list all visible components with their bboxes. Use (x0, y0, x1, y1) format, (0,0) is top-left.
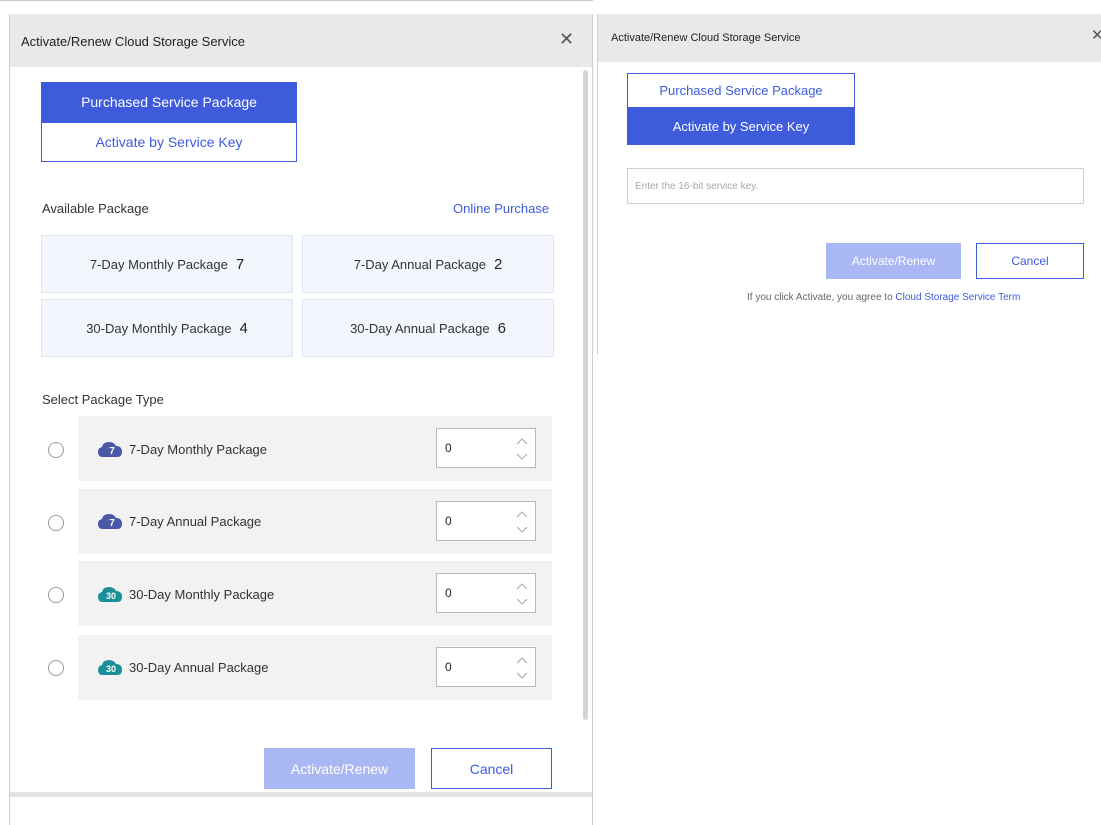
tab-service-key[interactable]: Activate by Service Key (41, 122, 297, 162)
agreement-prefix: If you click Activate, you agree to (747, 292, 896, 303)
cloud-icon: 30 (98, 587, 122, 602)
chevron-down-icon[interactable] (515, 596, 529, 608)
card-name: 30-Day Annual Package (350, 320, 490, 336)
cloud-icon: 7 (98, 514, 122, 529)
chevron-down-icon[interactable] (515, 524, 529, 536)
available-package-label: Available Package (42, 201, 149, 216)
dialog-border-left (597, 14, 598, 354)
dialog-border-left (9, 14, 10, 825)
scrollbar[interactable] (583, 70, 588, 720)
cancel-button[interactable]: Cancel (431, 748, 552, 789)
available-card-30-day-annual: 30-Day Annual Package 6 (302, 299, 554, 357)
cancel-button[interactable]: Cancel (976, 243, 1084, 279)
quantity-stepper[interactable]: 0 (436, 647, 536, 687)
activate-dialog-service-key: Activate/Renew Cloud Storage Service ✕ P… (597, 0, 1101, 825)
radio-7-day-monthly[interactable] (48, 442, 64, 458)
window-top-edge (0, 0, 593, 14)
package-type-name: 30-Day Annual Package (129, 660, 269, 675)
chevron-down-icon[interactable] (515, 451, 529, 463)
quantity-stepper[interactable]: 0 (436, 501, 536, 541)
chevron-up-icon[interactable] (515, 508, 529, 520)
package-type-name: 7-Day Monthly Package (129, 442, 268, 457)
radio-7-day-annual[interactable] (48, 515, 64, 531)
chevron-up-icon[interactable] (515, 435, 529, 447)
package-type-name: 30-Day Monthly Package (129, 587, 275, 602)
service-key-input[interactable]: Enter the 16-bit service key. (627, 168, 1084, 204)
dialog-title: Activate/Renew Cloud Storage Service (21, 34, 246, 49)
dialog-footer-edge (10, 792, 592, 797)
cloud-badge: 7 (109, 446, 115, 457)
card-count: 2 (493, 255, 503, 273)
activate-renew-button[interactable]: Activate/Renew (264, 748, 415, 789)
available-card-30-day-monthly: 30-Day Monthly Package 4 (41, 299, 293, 357)
card-count: 7 (235, 255, 245, 273)
tab-purchased-package[interactable]: Purchased Service Package (41, 82, 297, 122)
quantity-value: 0 (445, 441, 452, 455)
chevron-up-icon[interactable] (515, 580, 529, 592)
radio-30-day-annual[interactable] (48, 660, 64, 676)
cloud-badge: 30 (106, 591, 116, 601)
quantity-value: 0 (445, 660, 452, 674)
card-count: 6 (497, 319, 506, 337)
service-key-placeholder: Enter the 16-bit service key. (635, 181, 759, 192)
service-term-link[interactable]: Cloud Storage Service Term (895, 292, 1020, 303)
available-card-7-day-annual: 7-Day Annual Package 2 (302, 235, 554, 293)
quantity-stepper[interactable]: 0 (436, 573, 536, 613)
card-name: 7-Day Annual Package (353, 256, 486, 272)
cloud-icon: 7 (98, 442, 122, 457)
online-purchase-link[interactable]: Online Purchase (453, 201, 549, 216)
card-name: 30-Day Monthly Package (86, 320, 232, 336)
close-icon[interactable]: ✕ (559, 30, 574, 48)
tab-service-key[interactable]: Activate by Service Key (627, 108, 855, 145)
cloud-badge: 7 (109, 518, 115, 529)
dialog-border-right (592, 14, 593, 825)
card-name: 7-Day Monthly Package (89, 256, 228, 272)
select-package-type-label: Select Package Type (42, 392, 164, 407)
agreement-text: If you click Activate, you agree to Clou… (747, 292, 1020, 303)
card-count: 4 (239, 319, 248, 337)
radio-30-day-monthly[interactable] (48, 587, 64, 603)
cloud-badge: 30 (106, 664, 116, 674)
quantity-stepper[interactable]: 0 (436, 428, 536, 468)
package-type-name: 7-Day Annual Package (129, 514, 262, 529)
chevron-up-icon[interactable] (515, 654, 529, 666)
available-card-7-day-monthly: 7-Day Monthly Package 7 (41, 235, 293, 293)
activate-renew-button[interactable]: Activate/Renew (826, 243, 961, 279)
activate-dialog-packages: Activate/Renew Cloud Storage Service ✕ P… (0, 0, 593, 825)
tab-purchased-package[interactable]: Purchased Service Package (627, 73, 855, 108)
chevron-down-icon[interactable] (515, 670, 529, 682)
close-icon[interactable]: ✕ (1091, 26, 1101, 44)
dialog-title: Activate/Renew Cloud Storage Service (611, 32, 801, 44)
quantity-value: 0 (445, 586, 452, 600)
cloud-icon: 30 (98, 660, 122, 675)
quantity-value: 0 (445, 514, 452, 528)
